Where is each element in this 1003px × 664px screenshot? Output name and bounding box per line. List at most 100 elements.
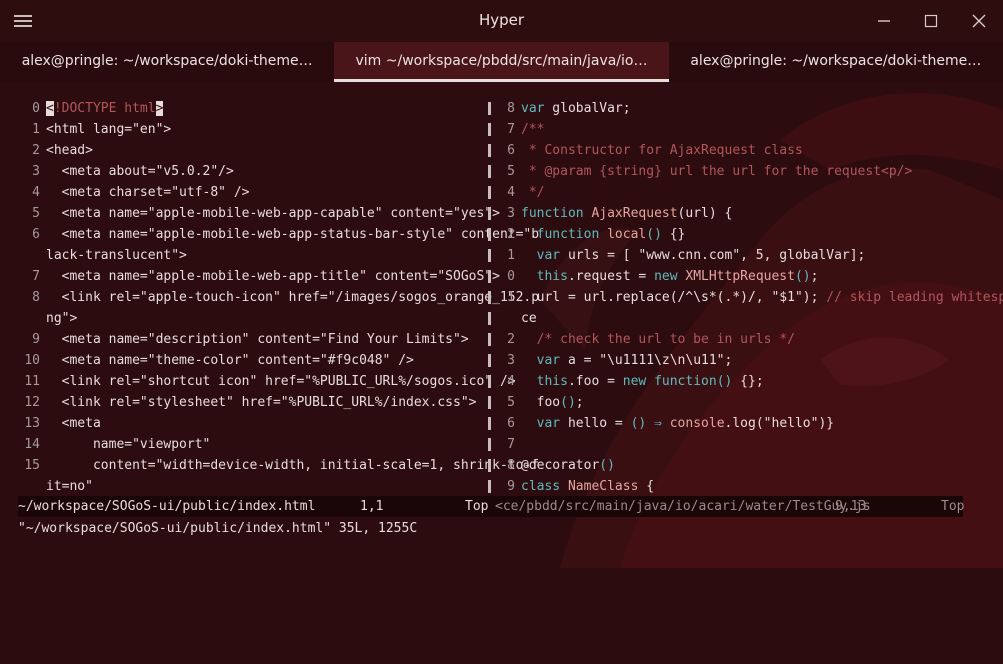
right-code-line[interactable]: 3 var a = "\u1111\z\n\u11"; <box>496 350 966 371</box>
left-code-line[interactable]: 6 <meta name="apple-mobile-web-app-statu… <box>0 224 539 245</box>
line-text: */ <box>521 185 545 200</box>
left-code-line[interactable]: 14 name="viewport" <box>0 434 488 455</box>
left-code-line[interactable]: 13 <meta <box>0 413 488 434</box>
line-number: 11 <box>24 374 40 389</box>
right-code-line[interactable]: 3 function AjaxRequest(url) { <box>496 203 966 224</box>
line-text: /** <box>521 122 545 137</box>
left-code-line[interactable]: 7 <meta name="apple-mobile-web-app-title… <box>0 266 500 287</box>
line-text: content="width=device-width, initial-sca… <box>46 458 540 473</box>
tab-vim[interactable]: vim ~/workspace/pbdd/src/main/java/io… <box>334 42 669 82</box>
line-number: 15 <box>24 458 40 473</box>
line-number: 4 <box>507 374 515 389</box>
minimize-icon[interactable] <box>874 11 894 31</box>
line-number: 13 <box>24 416 40 431</box>
line-number: 0 <box>507 269 515 284</box>
right-code-line[interactable]: 9 class NameClass { <box>496 476 966 497</box>
right-code-line[interactable]: 0 this.request = new XMLHttpRequest(); <box>496 266 966 287</box>
left-status-file: ~/workspace/SOGoS-ui/public/index.html <box>18 499 316 514</box>
line-text: var a = "\u1111\z\n\u11"; <box>536 353 733 368</box>
left-code-line[interactable]: 15 content="width=device-width, initial-… <box>0 455 539 476</box>
line-number: 3 <box>507 353 515 368</box>
left-code-line[interactable]: it=no" <box>0 476 488 497</box>
left-code-line[interactable]: 3 <meta about="v5.0.2"/> <box>0 161 488 182</box>
divider-segment <box>488 186 491 199</box>
line-text: ng"> <box>46 311 78 326</box>
tab-terminal-2[interactable]: alex@pringle: ~/workspace/doki-theme… <box>669 42 1003 82</box>
divider-segment <box>488 333 491 346</box>
right-code-line[interactable]: 2 function local() {} <box>496 224 966 245</box>
line-number: 8 <box>507 458 515 473</box>
left-code-line[interactable]: 1 <html lang="en"> <box>0 119 488 140</box>
line-number: 7 <box>507 437 515 452</box>
tab-bar: alex@pringle: ~/workspace/doki-theme… vi… <box>0 42 1003 82</box>
right-code-line[interactable]: ce <box>496 308 966 329</box>
left-code-line[interactable]: ng"> <box>0 308 488 329</box>
line-text: <meta name="theme-color" content="#f9c04… <box>46 353 414 368</box>
left-code-line[interactable]: 10 <meta name="theme-color" content="#f9… <box>0 350 488 371</box>
left-code-line[interactable]: 8 <link rel="apple-touch-icon" href="/im… <box>0 287 539 308</box>
divider-segment <box>488 228 491 241</box>
right-code-line[interactable]: 1 var urls = [ "www.cnn.com", 5, globalV… <box>496 245 966 266</box>
divider-segment <box>488 396 491 409</box>
divider-segment <box>488 123 491 136</box>
left-code-line[interactable]: 4 <meta charset="utf-8" /> <box>0 182 488 203</box>
line-text: <meta about="v5.0.2"/> <box>46 164 234 179</box>
line-text: var urls = [ "www.cnn.com", 5, globalVar… <box>536 248 866 263</box>
line-number: 9 <box>32 332 40 347</box>
line-text: it=no" <box>46 479 93 494</box>
left-code-line[interactable]: 0 <!DOCTYPE html> <box>0 98 488 119</box>
line-text: <meta name="description" content="Find Y… <box>46 332 469 347</box>
line-text: <link rel="shortcut icon" href="%PUBLIC_… <box>46 374 516 389</box>
line-text: url = url.replace(/^\s*(.*)/, "$1"); // … <box>521 290 1003 305</box>
divider-segment <box>488 144 491 157</box>
line-text: ce <box>521 311 537 326</box>
right-code-line[interactable]: 7 <box>496 434 966 455</box>
right-code-line[interactable]: 5 foo(); <box>496 392 966 413</box>
divider-segment <box>488 375 491 388</box>
line-number: 9 <box>507 479 515 494</box>
divider-segment <box>488 270 491 283</box>
left-code-line[interactable]: lack-translucent"> <box>0 245 488 266</box>
vim-editor[interactable]: 0 <!DOCTYPE html> 1 <html lang="en"> 2 <head>… <box>0 82 1003 568</box>
left-code-line[interactable]: 11 <link rel="shortcut icon" href="%PUBL… <box>0 371 515 392</box>
line-text: <meta name="apple-mobile-web-app-capable… <box>46 206 500 221</box>
divider-segment <box>488 354 491 367</box>
line-number: 1 <box>507 290 515 305</box>
left-code-line[interactable]: 5 <meta name="apple-mobile-web-app-capab… <box>0 203 500 224</box>
right-code-line[interactable]: 7 /** <box>496 119 966 140</box>
right-code-line[interactable]: 8 @decorator() <box>496 455 966 476</box>
line-text: * Constructor for AjaxRequest class <box>521 143 803 158</box>
left-code-line[interactable]: 12 <link rel="stylesheet" href="%PUBLIC_… <box>0 392 488 413</box>
line-text: <link rel="apple-touch-icon" href="/imag… <box>46 290 540 305</box>
window-title: Hyper <box>478 11 525 29</box>
line-number: 2 <box>507 332 515 347</box>
left-split-pane[interactable]: 0 <!DOCTYPE html> 1 <html lang="en"> 2 <head>… <box>0 98 539 497</box>
line-number: 8 <box>32 290 40 305</box>
right-code-line[interactable]: 2 /* check the url to be in urls */ <box>496 329 966 350</box>
left-code-line[interactable]: 2 <head> <box>0 140 488 161</box>
line-number: 3 <box>32 164 40 179</box>
divider-segment <box>488 417 491 430</box>
right-code-line[interactable]: 5 * @param {string} url the url for the … <box>496 161 966 182</box>
close-icon[interactable] <box>969 11 989 31</box>
right-code-line[interactable]: 6 * Constructor for AjaxRequest class <box>496 140 966 161</box>
right-split-pane[interactable]: 8 var globalVar; 7 /** 6 * Constructor for A… <box>496 98 1003 497</box>
line-number: 3 <box>507 206 515 221</box>
right-code-line[interactable]: 1 url = url.replace(/^\s*(.*)/, "$1"); /… <box>496 287 1003 308</box>
right-status-file: <ce/pbdd/src/main/java/io/acari/water/Te… <box>495 499 871 514</box>
right-code-line[interactable]: 8 var globalVar; <box>496 98 966 119</box>
right-code-line[interactable]: 4 */ <box>496 182 966 203</box>
line-number: 6 <box>507 143 515 158</box>
left-code-line[interactable]: 9 <meta name="description" content="Find… <box>0 329 488 350</box>
right-code-line[interactable]: 6 var hello = () ⇒ console.log("hello")} <box>496 413 966 434</box>
line-text: <html lang="en"> <box>46 122 172 137</box>
left-status-scroll: Top <box>465 499 489 514</box>
line-number: 4 <box>32 185 40 200</box>
line-text: /* check the url to be in urls */ <box>521 332 795 347</box>
right-code-line[interactable]: 4 this.foo = new function() {}; <box>496 371 966 392</box>
maximize-icon[interactable] <box>921 11 941 31</box>
line-number: 0 <box>32 101 40 116</box>
divider-segment <box>488 312 491 325</box>
tab-terminal-1[interactable]: alex@pringle: ~/workspace/doki-theme… <box>0 42 334 82</box>
line-number: 12 <box>24 395 40 410</box>
